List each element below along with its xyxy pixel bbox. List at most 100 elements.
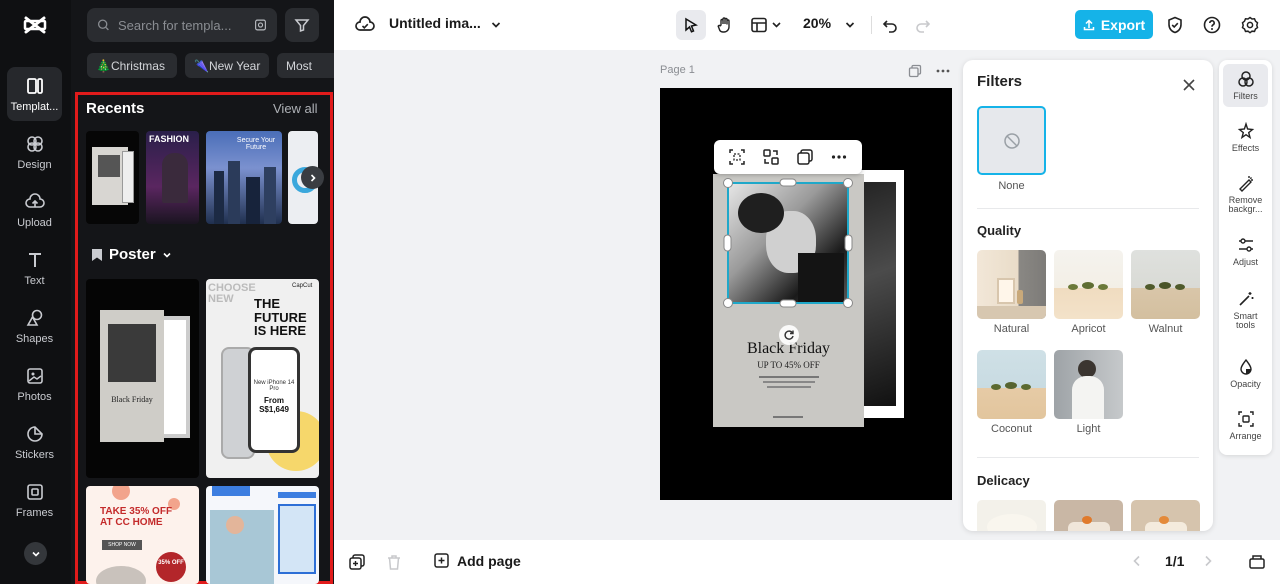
rail-item-templates[interactable]: Templat...: [7, 67, 62, 121]
layout-dropdown-icon[interactable]: [747, 10, 787, 40]
template-search[interactable]: [87, 8, 277, 42]
cloud-sync-icon[interactable]: [350, 10, 380, 40]
frames-icon: [26, 483, 43, 500]
page-more-icon[interactable]: [935, 64, 951, 78]
poster-thumb-medical[interactable]: [206, 486, 319, 584]
document-title[interactable]: Untitled ima...: [389, 15, 481, 31]
more-chevron-down-icon[interactable]: [24, 542, 47, 565]
scroll-right-chevron-icon[interactable]: [301, 166, 324, 189]
filter-tile-light[interactable]: [1054, 350, 1123, 419]
thumb-text: TAKE 35% OFF: [100, 506, 173, 517]
chip-most[interactable]: Most: [277, 53, 334, 78]
redo-icon[interactable]: [908, 10, 938, 40]
thumb-text: CHOOSE NEW: [208, 282, 256, 305]
settings-gear-icon[interactable]: [1235, 10, 1265, 40]
filter-tile-natural[interactable]: [977, 250, 1046, 319]
recent-thumb-3[interactable]: Secure Your Future: [206, 131, 282, 224]
duplicate-page-icon[interactable]: [908, 64, 922, 78]
next-page-chevron-icon[interactable]: [1201, 554, 1215, 568]
selection-box[interactable]: [722, 177, 854, 309]
capcut-logo-icon[interactable]: [20, 10, 50, 40]
poster-thumb-iphone[interactable]: CHOOSE NEW CapCut THE FUTURE IS HERE New…: [206, 279, 319, 478]
poster-category-dropdown[interactable]: Poster: [91, 246, 172, 263]
recent-thumb-2[interactable]: FASHION: [146, 131, 199, 224]
arrange-layers-icon: [1237, 411, 1254, 427]
rotate-handle-icon[interactable]: [779, 325, 799, 345]
more-options-icon[interactable]: [830, 148, 848, 166]
photos-icon: [26, 367, 43, 384]
filter-tile-delicacy-1[interactable]: [977, 500, 1046, 531]
filter-caption: Light: [1076, 423, 1101, 435]
undo-icon[interactable]: [875, 10, 905, 40]
delete-trash-icon[interactable]: [385, 553, 403, 571]
crop-select-icon[interactable]: [728, 148, 746, 166]
effects-sparkle-icon: [1237, 122, 1254, 140]
tool-smart-tools[interactable]: Smart tools: [1223, 290, 1268, 331]
title-chevron-down-icon[interactable]: [481, 10, 511, 40]
pages-overview-icon[interactable]: [1248, 552, 1266, 570]
tool-arrange[interactable]: Arrange: [1223, 410, 1268, 441]
view-all-link[interactable]: View all: [273, 101, 318, 116]
help-icon[interactable]: [1197, 10, 1227, 40]
tool-opacity[interactable]: Opacity: [1223, 358, 1268, 389]
rail-item-photos[interactable]: Photos: [7, 357, 62, 411]
opacity-drop-icon: [1239, 358, 1252, 375]
rail-label: Shapes: [15, 332, 54, 345]
group-icon[interactable]: [762, 148, 780, 166]
shield-check-icon[interactable]: [1160, 10, 1190, 40]
add-page-copy-icon[interactable]: [348, 553, 366, 571]
shapes-icon: [26, 309, 42, 326]
zoom-level[interactable]: 20%: [803, 15, 831, 31]
previous-page-chevron-icon[interactable]: [1130, 554, 1144, 568]
rail-label: Design: [17, 158, 52, 171]
page-counter: 1/1: [1165, 553, 1185, 569]
rail-item-stickers[interactable]: Stickers: [7, 415, 62, 469]
toolbar-divider: [871, 16, 872, 34]
chip-christmas[interactable]: 🎄Christmas: [87, 53, 177, 78]
chip-new-year[interactable]: 🌂New Year: [185, 53, 269, 78]
export-button[interactable]: Export: [1075, 10, 1153, 39]
thumb-text: AT CC HOME: [100, 517, 163, 528]
poster-subtitle[interactable]: UP TO 45% OFF: [733, 360, 844, 370]
left-rail: Templat... Design Upload Text Shapes Pho…: [0, 0, 71, 584]
recent-thumb-1[interactable]: [86, 131, 139, 224]
hand-tool-icon[interactable]: [710, 10, 740, 40]
page-label: Page 1: [660, 64, 695, 76]
image-search-icon[interactable]: [254, 17, 267, 33]
filter-tile-apricot[interactable]: [1054, 250, 1123, 319]
tool-label: Opacity: [1230, 379, 1261, 389]
filters-icon: [1237, 71, 1254, 87]
duplicate-icon[interactable]: [796, 148, 814, 166]
filter-caption: Apricot: [1071, 323, 1106, 335]
filter-tile-delicacy-2[interactable]: [1054, 500, 1123, 531]
filter-tile-delicacy-3[interactable]: [1131, 500, 1200, 531]
search-input[interactable]: [118, 17, 246, 33]
rail-item-frames[interactable]: Frames: [7, 473, 62, 527]
rail-item-upload[interactable]: Upload: [7, 183, 62, 237]
upload-cloud-icon: [24, 192, 45, 208]
rail-item-design[interactable]: Design: [7, 125, 62, 179]
zoom-chevron-down-icon[interactable]: [835, 10, 865, 40]
rail-label: Upload: [17, 216, 52, 229]
rail-label: Templat...: [10, 100, 59, 113]
thumb-text: S$1,649: [259, 405, 289, 414]
add-page-button[interactable]: Add page: [433, 552, 521, 570]
tool-adjust[interactable]: Adjust: [1223, 236, 1268, 267]
filter-tile-coconut[interactable]: [977, 350, 1046, 419]
export-label: Export: [1100, 16, 1146, 33]
poster-thumb-cc-home[interactable]: TAKE 35% OFF AT CC HOME SHOP NOW 35% OFF: [86, 486, 199, 584]
divider: [977, 208, 1199, 209]
close-icon[interactable]: [1177, 73, 1201, 97]
tool-remove-background[interactable]: Remove backgr...: [1223, 174, 1268, 215]
add-page-icon: [434, 553, 449, 568]
filter-tile-none[interactable]: [977, 106, 1046, 175]
export-upload-icon: [1083, 18, 1095, 30]
rail-item-shapes[interactable]: Shapes: [7, 299, 62, 353]
tool-effects[interactable]: Effects: [1223, 122, 1268, 153]
poster-thumb-black-friday[interactable]: Black Friday: [86, 279, 199, 478]
rail-item-text[interactable]: Text: [7, 241, 62, 295]
tool-filters[interactable]: Filters: [1223, 64, 1268, 108]
select-tool-icon[interactable]: [676, 10, 706, 40]
filter-tile-walnut[interactable]: [1131, 250, 1200, 319]
filter-button[interactable]: [285, 8, 319, 42]
